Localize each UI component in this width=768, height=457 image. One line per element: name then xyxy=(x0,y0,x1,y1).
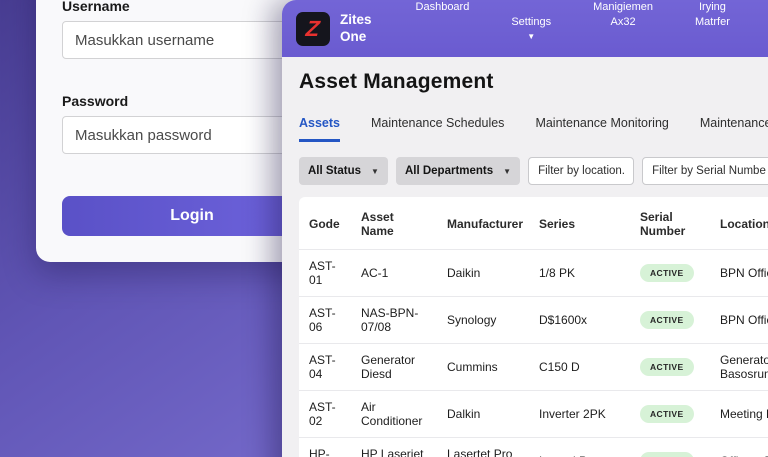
logo-z-icon: Z xyxy=(305,15,322,41)
departments-select[interactable]: All Departments ▼ xyxy=(395,157,521,185)
tab-maintenance-le[interactable]: Maintenance Le xyxy=(700,116,768,142)
top-navbar: Z Zites One Dashboard Settings ▼ Manigie… xyxy=(282,0,768,57)
status-badge: ACTIVE xyxy=(640,358,694,376)
col-serial-number: Serial Number xyxy=(640,210,686,238)
table-row[interactable]: AST-06 NAS-BPN-07/08 Synology D$1600x AC… xyxy=(299,296,768,344)
table-header-row: Gode Asset Name Manufacturer Series Seri… xyxy=(299,197,768,250)
asset-table: Gode Asset Name Manufacturer Series Seri… xyxy=(299,197,768,457)
filter-bar: All Status ▼ All Departments ▼ Ad xyxy=(299,156,768,186)
chevron-down-icon: ▼ xyxy=(503,166,512,176)
brand-name: Zites One xyxy=(340,12,372,44)
page-content: Asset Management Assets Maintenance Sche… xyxy=(282,57,768,457)
asset-table-card: Gode Asset Name Manufacturer Series Seri… xyxy=(299,197,768,457)
status-badge: ACTIVE xyxy=(640,311,694,329)
table-row[interactable]: AST-04 Generator Diesd Cummins C150 D AC… xyxy=(299,343,768,391)
serial-filter-input[interactable] xyxy=(642,157,768,185)
nav-item-manigiemen[interactable]: Manigiemen Ax32 xyxy=(593,0,653,30)
status-select[interactable]: All Status ▼ xyxy=(299,157,388,185)
col-series: Series xyxy=(539,217,576,231)
tab-maintenance-schedules[interactable]: Maintenance Schedules xyxy=(371,116,504,142)
col-manufacturer: Manufacturer xyxy=(447,217,524,231)
nav-item-dashboard[interactable]: Dashboard xyxy=(416,0,470,15)
tab-bar: Assets Maintenance Schedules Maintenance… xyxy=(299,116,768,142)
status-badge: ACTIVE xyxy=(640,405,694,423)
col-asset-name: Asset Name xyxy=(361,210,394,238)
table-row[interactable]: AST-01 AC-1 Daikin 1/8 PK ACTIVE BPN Off… xyxy=(299,249,768,297)
location-filter-input[interactable] xyxy=(528,157,635,185)
col-code: Gode xyxy=(309,217,340,231)
status-badge: ACTIVE xyxy=(640,264,694,282)
asset-management-window: Z Zites One Dashboard Settings ▼ Manigie… xyxy=(282,0,768,457)
table-row[interactable]: HP-01 HP Laseriet Print Lasertet Pro M40… xyxy=(299,437,768,457)
tab-assets[interactable]: Assets xyxy=(299,116,340,142)
status-badge: ACTIVE xyxy=(640,452,694,457)
col-location: Location xyxy=(720,217,768,231)
table-row[interactable]: AST-02 Air Conditioner Dalkin Inverter 2… xyxy=(299,390,768,438)
app-logo[interactable]: Z xyxy=(296,11,330,46)
chevron-down-icon: ▼ xyxy=(527,31,536,41)
nav-item-settings[interactable]: Settings ▼ xyxy=(511,0,551,57)
nav-items: Dashboard Settings ▼ Manigiemen Ax32 Iry… xyxy=(416,0,768,57)
tab-maintenance-monitoring[interactable]: Maintenance Monitoring xyxy=(535,116,668,142)
nav-item-irying[interactable]: Irying Matrfer xyxy=(695,0,730,30)
chevron-down-icon: ▼ xyxy=(371,166,379,176)
page-title: Asset Management xyxy=(299,70,494,93)
